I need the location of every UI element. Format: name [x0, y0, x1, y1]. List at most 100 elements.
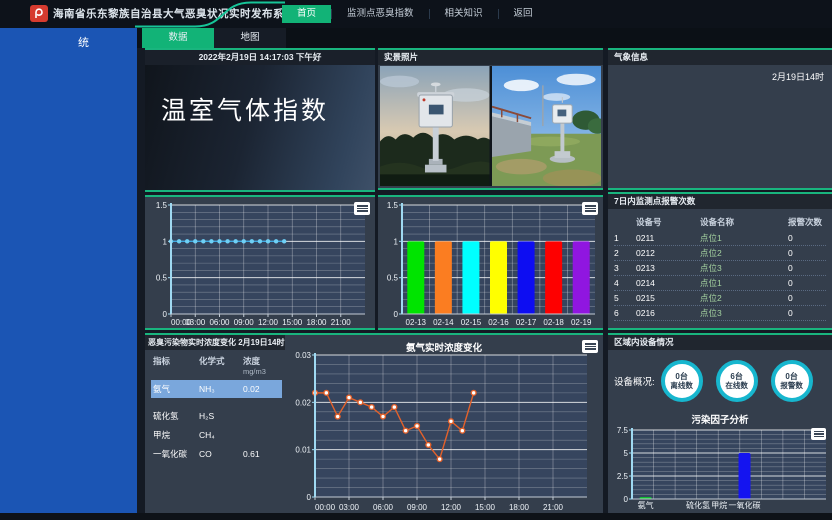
alarm-table-row: 40214点位10 [614, 276, 826, 291]
factor_bar-svg: 氨气硫化氢甲烷一氧化碳02.557.5 [610, 426, 830, 511]
svg-text:1.5: 1.5 [156, 201, 168, 210]
pollutant-table: 指标化学式浓度mg/m3氨气NH₃0.02 硫化氢H₂S甲烷CH₄一氧化碳CO0.… [145, 350, 285, 463]
overview-label: 设备概况: [614, 374, 655, 388]
svg-text:1: 1 [163, 237, 168, 246]
pollutant-row-CH₄[interactable]: 甲烷CH₄ [151, 426, 282, 444]
photos-panel: 实景照片 [378, 48, 603, 190]
tab-strip: 数据地图 [137, 28, 832, 48]
tab-data[interactable]: 数据 [142, 28, 214, 48]
alarm-table-row: 50215点位20 [614, 291, 826, 306]
svg-text:0: 0 [394, 310, 399, 319]
svg-text:0: 0 [307, 493, 312, 502]
site-photo-dusk [380, 66, 490, 186]
alarm-table-row: 10211点位10 [614, 231, 826, 246]
photo-row [380, 66, 601, 186]
svg-text:02-15: 02-15 [461, 318, 482, 327]
daily-bar-chart-panel: 02-1302-1402-1502-1602-1702-1802-1900.51… [378, 195, 603, 330]
nav-item-odor-index[interactable]: 监测点恶臭指数 [332, 5, 429, 23]
devices-title: 区域内设备情况 [608, 335, 832, 350]
weather-timestamp: 2月19日14时 [772, 70, 824, 83]
svg-text:2.5: 2.5 [617, 472, 629, 481]
datetime-text: 2022年2月19日 14:17:03 下午好 [145, 50, 375, 65]
device-overview: 设备概况: 0台离线数 6台在线数 0台报警数 [608, 350, 813, 412]
svg-text:15:00: 15:00 [282, 318, 303, 327]
svg-text:02-19: 02-19 [571, 318, 592, 327]
page-headline: 温室气体指数 [161, 91, 375, 127]
greenhouse-line-chart: 00:0003:0006:0009:0012:0015:0018:0021:00… [145, 197, 375, 328]
svg-text:18:00: 18:00 [306, 318, 327, 327]
site-photo-day [492, 66, 602, 186]
main-nav: 首页监测点恶臭指数相关知识返回 [282, 0, 548, 28]
pollutant-list: 恶臭污染物实时浓度变化 2月19日14时 指标化学式浓度mg/m3氨气NH₃0.… [145, 335, 285, 513]
nav-item-home[interactable]: 首页 [282, 5, 331, 23]
logo-glyph [33, 8, 45, 20]
pollutants-title: 恶臭污染物实时浓度变化 2月19日14时 [145, 335, 285, 350]
svg-text:0.5: 0.5 [156, 274, 168, 283]
daily_bar-svg: 02-1302-1402-1502-1602-1702-1802-1900.51… [378, 197, 603, 328]
nav-item-back[interactable]: 返回 [499, 5, 548, 23]
svg-text:0: 0 [163, 310, 168, 319]
svg-text:0.01: 0.01 [295, 446, 311, 455]
nh3-chart-area: 氨气实时浓度变化 00:0003:0006:0009:0012:0015:001… [285, 335, 603, 513]
svg-text:02-14: 02-14 [433, 318, 454, 327]
nh3-chart-title: 氨气实时浓度变化 [285, 340, 603, 354]
logo-icon [30, 5, 48, 22]
greeting-body: 温室气体指数 [145, 65, 375, 190]
svg-text:06:00: 06:00 [209, 318, 230, 327]
nh3_line-svg: 00:0003:0006:0009:0012:0015:0018:0021:00… [285, 335, 603, 513]
alarm-panel: 7日内监测点报警次数 设备号设备名称报警次数10211点位1020212点位20… [608, 192, 832, 330]
pollutant-row-NH₃[interactable]: 氨气NH₃0.02 [151, 380, 282, 398]
sidebar: 统 [0, 28, 137, 514]
bottom-strip [0, 513, 832, 520]
topbar: 海南省乐东黎族自治县大气恶臭状况实时发布系 首页监测点恶臭指数相关知识返回 [0, 0, 832, 28]
svg-text:0: 0 [624, 495, 629, 504]
svg-text:7.5: 7.5 [617, 426, 629, 435]
device-stat-circle: 6台在线数 [716, 360, 758, 402]
alarm-table-header: 设备号设备名称报警次数 [614, 214, 826, 231]
alarm-table-row: 30213点位30 [614, 261, 826, 276]
svg-text:1: 1 [394, 237, 399, 246]
svg-text:02-18: 02-18 [543, 318, 564, 327]
chart-menu-icon[interactable] [354, 202, 370, 215]
svg-text:03:00: 03:00 [339, 503, 360, 512]
svg-text:1.5: 1.5 [387, 201, 399, 210]
chart-menu-icon[interactable] [582, 202, 598, 215]
svg-text:09:00: 09:00 [234, 318, 255, 327]
devices-panel: 区域内设备情况 设备概况: 0台离线数6台在线数0台报警数 污染因子分析 氨气硫… [608, 333, 832, 515]
app-window: 海南省乐东黎族自治县大气恶臭状况实时发布系 首页监测点恶臭指数相关知识返回 数据… [0, 0, 832, 520]
pollutant-row-H₂S[interactable]: 硫化氢H₂S [151, 407, 282, 425]
svg-text:12:00: 12:00 [441, 503, 462, 512]
device-stat-circle: 0台离线数 [661, 360, 703, 402]
weather-title: 气象信息 [608, 50, 832, 65]
svg-text:12:00: 12:00 [258, 318, 279, 327]
analysis-title: 污染因子分析 [608, 412, 832, 426]
svg-text:甲烷: 甲烷 [711, 500, 727, 510]
daily-bar-chart: 02-1302-1402-1502-1602-1702-1802-1900.51… [378, 197, 603, 328]
photos-title: 实景照片 [378, 50, 603, 65]
greenhouse-chart-panel: 00:0003:0006:0009:0012:0015:0018:0021:00… [145, 195, 375, 330]
pollutants-panel: 恶臭污染物实时浓度变化 2月19日14时 指标化学式浓度mg/m3氨气NH₃0.… [145, 333, 603, 515]
pollutant-row-CO[interactable]: 一氧化碳CO0.61 [151, 445, 282, 463]
alarm-table-row: 60216点位30 [614, 306, 826, 321]
weather-panel: 气象信息 2月19日14时 [608, 48, 832, 190]
nav-item-knowledge[interactable]: 相关知识 [430, 5, 498, 23]
chart-menu-icon[interactable] [582, 340, 598, 353]
decorative-swoosh [135, 0, 285, 28]
svg-text:18:00: 18:00 [509, 503, 530, 512]
svg-text:02-17: 02-17 [516, 318, 537, 327]
chart-menu-icon[interactable] [811, 428, 826, 440]
factor-bar-chart: 氨气硫化氢甲烷一氧化碳02.557.5 [610, 426, 830, 511]
svg-text:21:00: 21:00 [331, 318, 352, 327]
pollutant-table-header: 指标化学式浓度mg/m3 [151, 355, 282, 379]
alarm-table: 设备号设备名称报警次数10211点位1020212点位2030213点位3040… [608, 209, 832, 321]
title-wrap-text: 统 [0, 28, 137, 50]
device-stat-circle: 0台报警数 [771, 360, 813, 402]
svg-text:0.5: 0.5 [387, 274, 399, 283]
greenhouse_line-svg: 00:0003:0006:0009:0012:0015:0018:0021:00… [145, 197, 375, 328]
svg-text:硫化氢: 硫化氢 [686, 500, 710, 510]
tab-map[interactable]: 地图 [214, 28, 286, 48]
greeting-panel: 2022年2月19日 14:17:03 下午好 温室气体指数 [145, 48, 375, 192]
svg-text:09:00: 09:00 [407, 503, 428, 512]
svg-text:21:00: 21:00 [543, 503, 564, 512]
alarm-title: 7日内监测点报警次数 [608, 194, 832, 209]
